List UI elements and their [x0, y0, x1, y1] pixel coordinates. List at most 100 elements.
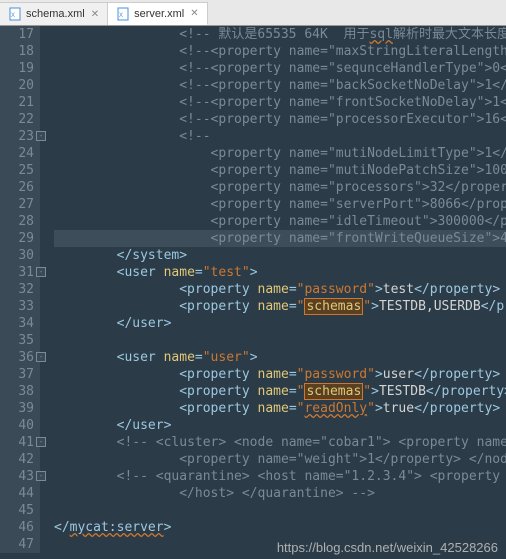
line-number: 31- — [0, 264, 34, 281]
token: > — [250, 265, 258, 280]
line-number: 22 — [0, 111, 34, 128]
code-line[interactable]: <!--<property name="backSocketNoDelay">1… — [54, 77, 506, 94]
token: = — [195, 265, 203, 280]
fold-icon[interactable]: - — [36, 437, 46, 447]
fold-icon[interactable]: - — [36, 471, 46, 481]
line-number: 42 — [0, 451, 34, 468]
tab-server-xml[interactable]: Xserver.xml✕ — [108, 2, 208, 25]
token: name — [164, 350, 195, 365]
token: <!-- — [179, 129, 210, 144]
line-number: 34 — [0, 315, 34, 332]
line-number: 17 — [0, 26, 34, 43]
fold-icon[interactable]: - — [36, 131, 46, 141]
line-number: 19 — [0, 60, 34, 77]
code-line[interactable]: <property name="password">user</property… — [54, 366, 506, 383]
code-line[interactable]: <property name="frontWriteQueueSize">409… — [54, 230, 506, 247]
line-number: 36- — [0, 349, 34, 366]
token: <property — [179, 282, 257, 297]
token: <user — [117, 265, 164, 280]
line-number: 28 — [0, 213, 34, 230]
line-number: 43- — [0, 468, 34, 485]
code-line[interactable]: <property name="mutiNodePatchSize">100</… — [54, 162, 506, 179]
code-line[interactable]: <!--<property name="sequnceHandlerType">… — [54, 60, 506, 77]
token: > — [164, 520, 172, 535]
line-number: 27 — [0, 196, 34, 213]
close-icon[interactable]: ✕ — [190, 8, 198, 19]
line-number: 38 — [0, 383, 34, 400]
token: <!-- <cluster> <node name="cobar1"> <pro… — [117, 435, 506, 450]
editor: 17181920212223-2425262728293031-32333435… — [0, 26, 506, 553]
fold-icon[interactable]: - — [36, 352, 46, 362]
close-icon[interactable]: ✕ — [91, 9, 99, 20]
xml-file-icon: X — [8, 7, 22, 21]
code-line[interactable]: <!-- <cluster> <node name="cobar1"> <pro… — [54, 434, 506, 451]
code-line[interactable] — [54, 332, 506, 349]
token: </property> — [481, 299, 506, 314]
token: <!--<property name="maxStringLiteralLeng… — [179, 44, 506, 59]
tab-bar: Xschema.xml✕Xserver.xml ✕ — [0, 0, 506, 26]
code-line[interactable]: </user> — [54, 315, 506, 332]
line-number: 18 — [0, 43, 34, 60]
token: </user> — [117, 316, 172, 331]
token: = — [289, 401, 297, 416]
token: name — [258, 384, 289, 399]
token: "test" — [203, 265, 250, 280]
token: = — [289, 282, 297, 297]
token: <property name="processors">32</property… — [211, 180, 506, 195]
code-line[interactable]: </mycat:server> — [54, 519, 506, 536]
token: <property — [179, 367, 257, 382]
code-line[interactable]: <property name="weight">1</property> </n… — [54, 451, 506, 468]
line-number: 41- — [0, 434, 34, 451]
code-line[interactable]: <property name="schemas">TESTDB,USERDB</… — [54, 298, 506, 315]
code-line[interactable]: <property name="processors">32</property… — [54, 179, 506, 196]
fold-icon[interactable]: - — [36, 267, 46, 277]
tab-label: server.xml — [134, 8, 184, 20]
line-number: 39 — [0, 400, 34, 417]
code-line[interactable]: <property name="mutiNodeLimitType">1</pr… — [54, 145, 506, 162]
code-line[interactable]: </user> — [54, 417, 506, 434]
code-line[interactable]: <property name="password">test</property… — [54, 281, 506, 298]
token: > — [375, 401, 383, 416]
token: <!-- <quarantine> <host name="1.2.3.4"> … — [117, 469, 506, 484]
code-line[interactable]: <property name="schemas">TESTDB</propert… — [54, 383, 506, 400]
token: readOnly — [304, 401, 367, 416]
code-line[interactable]: </host> </quarantine> --> — [54, 485, 506, 502]
token: > — [375, 282, 383, 297]
code-line[interactable]: <!--<property name="processorExecutor">1… — [54, 111, 506, 128]
code-line[interactable]: <property name="idleTimeout">300000</pro… — [54, 213, 506, 230]
token: TESTDB — [379, 384, 426, 399]
line-number: 47 — [0, 536, 34, 553]
token: true — [383, 401, 414, 416]
line-number: 32 — [0, 281, 34, 298]
token: <!--<property name="processorExecutor">1… — [179, 112, 506, 127]
code-line[interactable]: <!--<property name="frontSocketNoDelay">… — [54, 94, 506, 111]
token: schemas — [304, 383, 363, 400]
code-line[interactable]: <property name="serverPort">8066</proper… — [54, 196, 506, 213]
token: <!-- 默认是65535 64K 用于 — [179, 27, 369, 42]
code-line[interactable]: <user name="test"> — [54, 264, 506, 281]
code-line[interactable]: <!-- — [54, 128, 506, 145]
code-line[interactable] — [54, 502, 506, 519]
token: > — [375, 367, 383, 382]
token: </system> — [117, 248, 187, 263]
token: </ — [54, 520, 70, 535]
token: schemas — [304, 298, 363, 315]
token: <property — [179, 299, 257, 314]
code-line[interactable]: <!-- 默认是65535 64K 用于sql解析时最大文本长度 --> — [54, 26, 506, 43]
token: <property name="mutiNodeLimitType">1</pr… — [211, 146, 506, 161]
line-number: 20 — [0, 77, 34, 94]
code-line[interactable]: <!-- <quarantine> <host name="1.2.3.4"> … — [54, 468, 506, 485]
code-area[interactable]: <!-- 默认是65535 64K 用于sql解析时最大文本长度 --> <!-… — [40, 26, 506, 553]
token: "user" — [203, 350, 250, 365]
code-line[interactable]: <property name="readOnly">true</property… — [54, 400, 506, 417]
token: </property> — [426, 384, 506, 399]
code-line[interactable]: </system> — [54, 247, 506, 264]
gutter: 17181920212223-2425262728293031-32333435… — [0, 26, 40, 553]
line-number: 29 — [0, 230, 34, 247]
code-line[interactable]: <!--<property name="maxStringLiteralLeng… — [54, 43, 506, 60]
code-line[interactable]: <user name="user"> — [54, 349, 506, 366]
token: name — [164, 265, 195, 280]
tab-schema-xml[interactable]: Xschema.xml✕ — [0, 2, 108, 25]
token: <property name="weight">1</property> </n… — [179, 452, 506, 467]
token: = — [289, 384, 297, 399]
